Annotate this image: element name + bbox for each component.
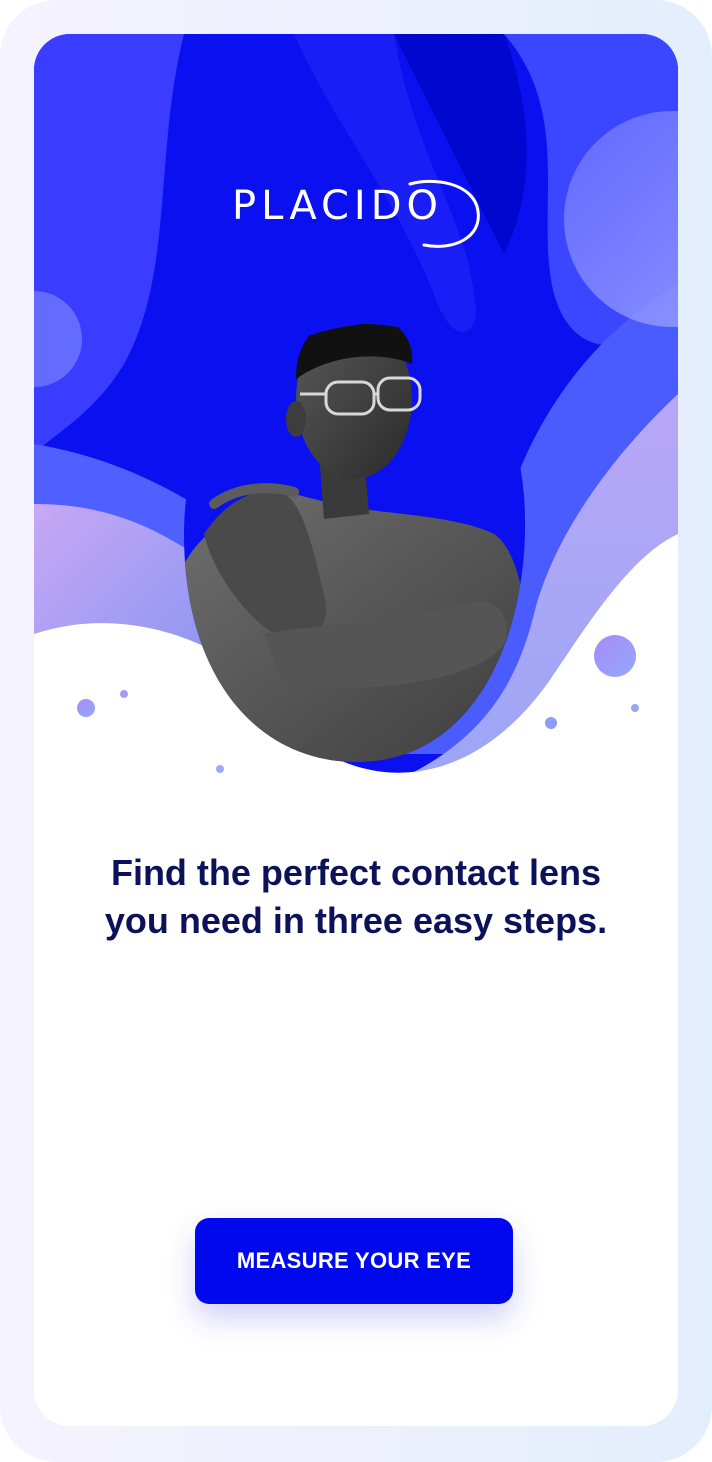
device-frame: PLACIDO Find the perfect contact lens yo… (0, 0, 712, 1462)
measure-your-eye-button[interactable]: MEASURE YOUR EYE (195, 1218, 513, 1304)
app-screen: PLACIDO Find the perfect contact lens yo… (34, 34, 678, 1426)
onboarding-headline: Find the perfect contact lens you need i… (104, 852, 608, 941)
hero-illustration: PLACIDO (34, 34, 678, 824)
wave-background (34, 34, 678, 824)
brand-name: PLACIDO (232, 183, 443, 229)
